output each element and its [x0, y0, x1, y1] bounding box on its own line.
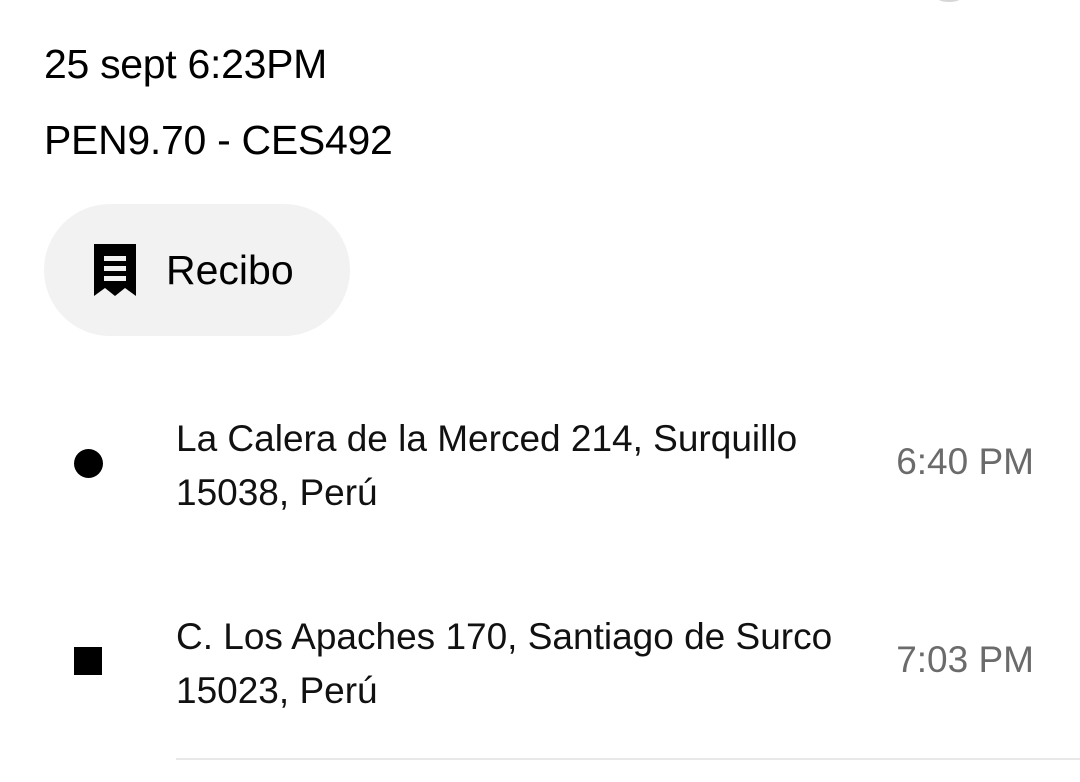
- pickup-time: 6:40 PM: [896, 441, 1034, 482]
- divider: [176, 758, 1080, 760]
- stop-pickup: La Calera de la Merced 214, Surquillo 15…: [0, 410, 1080, 520]
- trip-fare-and-plate: PEN9.70 - CES492: [44, 117, 393, 163]
- trip-datetime: 25 sept 6:23PM: [44, 41, 327, 87]
- dropoff-time: 7:03 PM: [896, 639, 1034, 680]
- receipt-button-label: Recibo: [166, 247, 294, 293]
- pickup-address: La Calera de la Merced 214, Surquillo 15…: [176, 418, 798, 513]
- partial-header-icon: [936, 0, 962, 2]
- dropoff-address: C. Los Apaches 170, Santiago de Surco 15…: [176, 616, 833, 711]
- square-icon: [74, 647, 102, 675]
- dot-icon: [74, 449, 103, 478]
- receipt-icon: [94, 244, 136, 296]
- stop-dropoff: C. Los Apaches 170, Santiago de Surco 15…: [0, 608, 1080, 718]
- receipt-button[interactable]: Recibo: [44, 204, 350, 336]
